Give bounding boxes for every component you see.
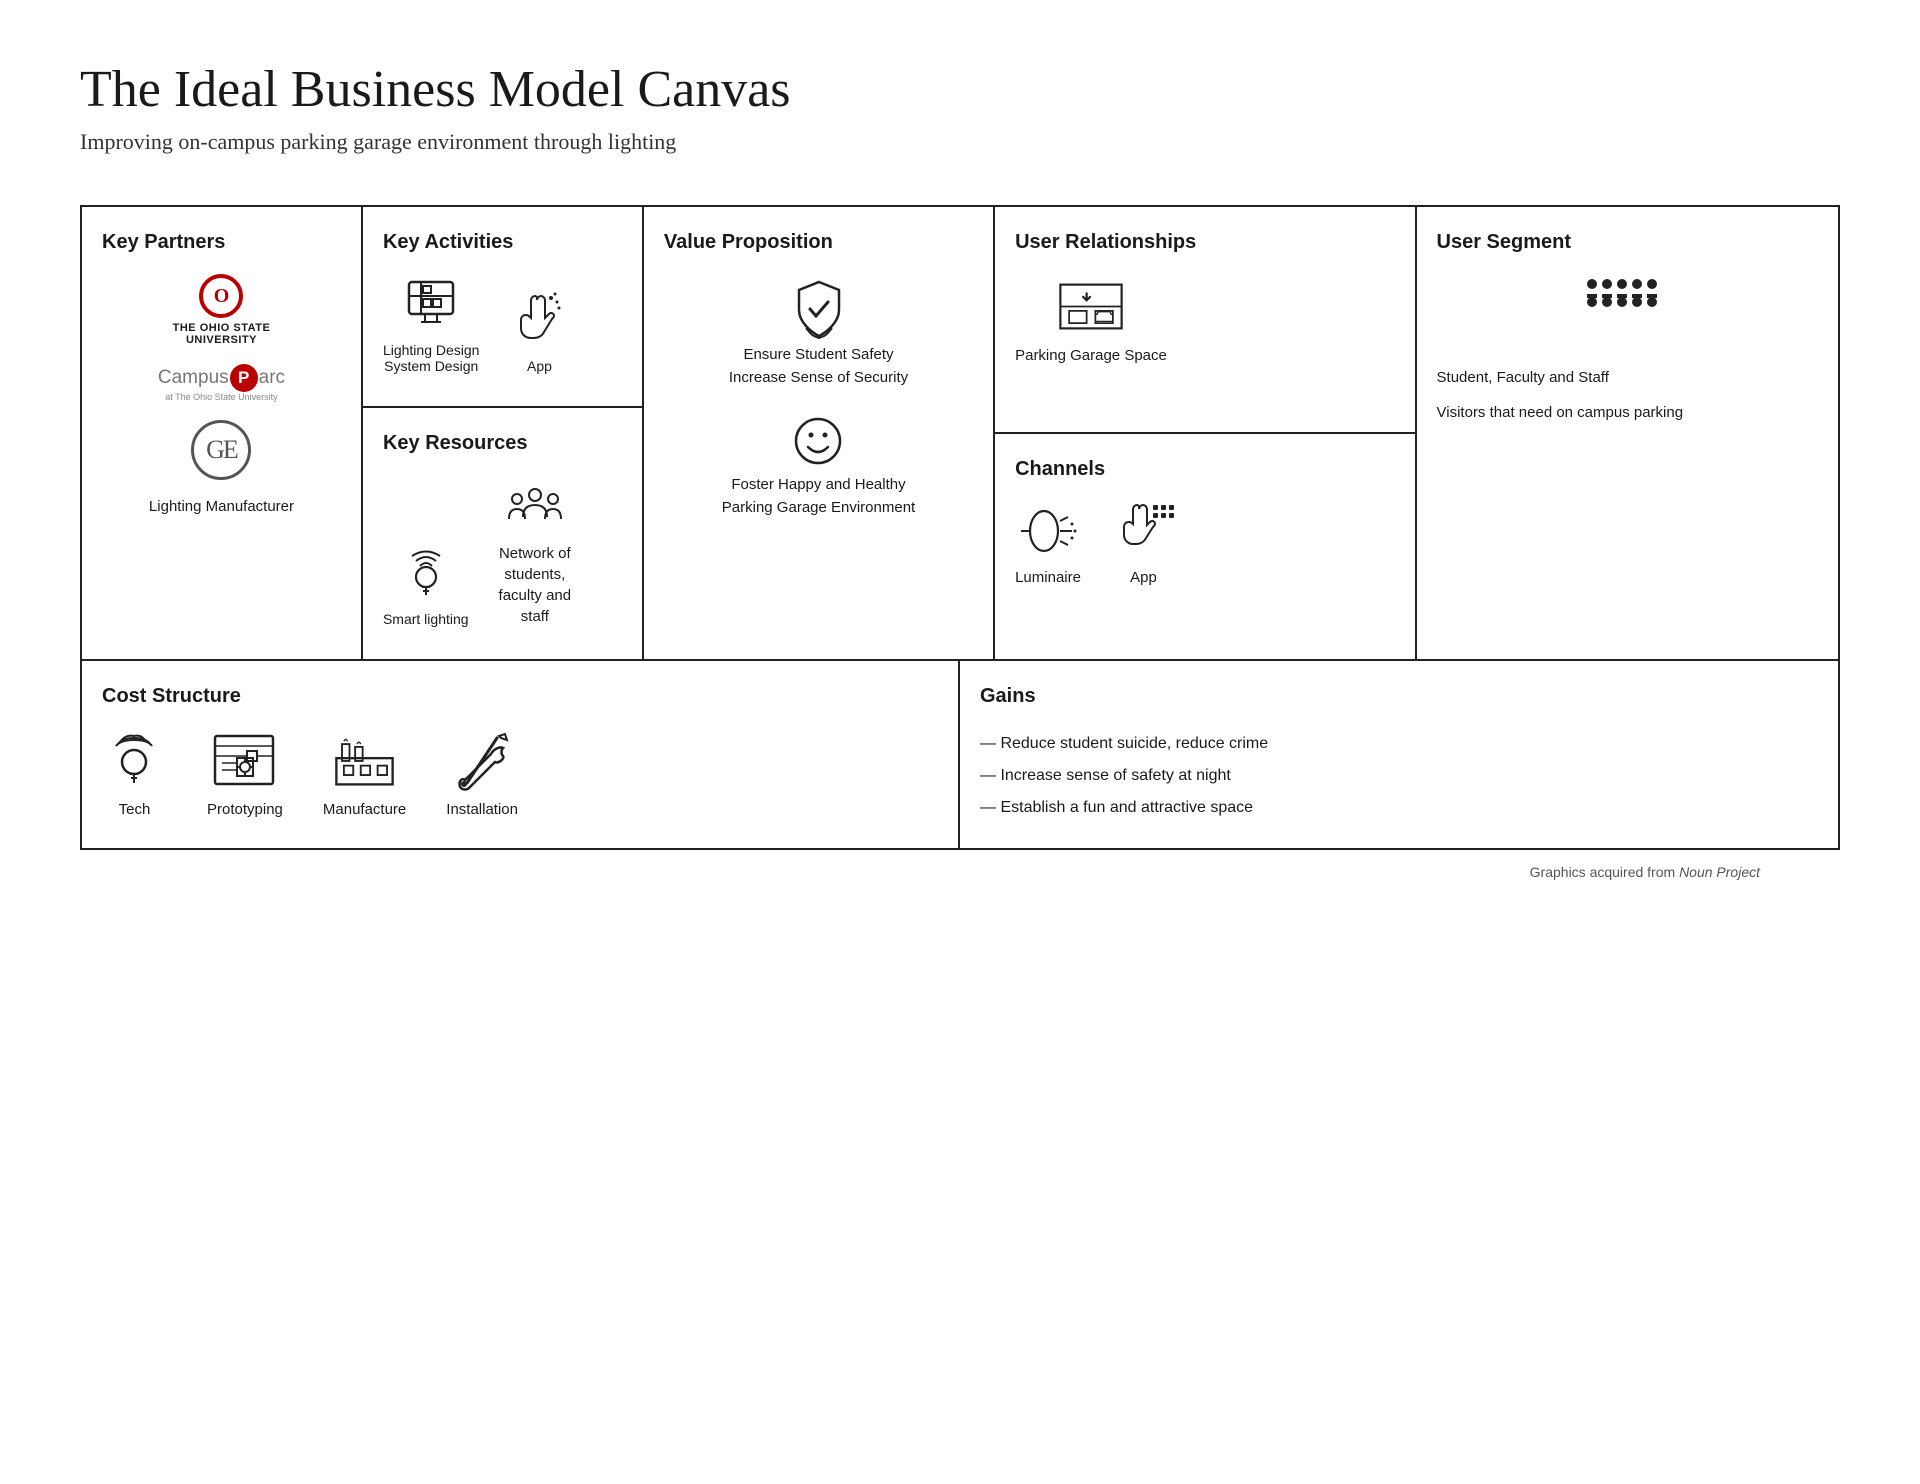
lighting-manufacturer-label: Lighting Manufacturer <box>102 498 341 515</box>
key-activities-cell: Key Activities <box>363 207 644 659</box>
smart-lighting-item: Smart lighting <box>383 543 469 627</box>
app-channel-item: App <box>1111 501 1176 586</box>
channels-cell: Channels <box>995 434 1414 659</box>
safety-item: Ensure Student Safety Increase Sense of … <box>664 274 973 389</box>
page-title: The Ideal Business Model Canvas <box>80 60 1840 119</box>
installation-icon <box>447 728 517 793</box>
noun-project-italic: Noun Project <box>1679 864 1760 880</box>
safety-icon <box>784 274 854 344</box>
ge-logo: GE <box>102 420 341 480</box>
business-model-canvas: Key Partners O THE OHIO STATEUNIVERSITY … <box>80 205 1840 850</box>
garage-icon <box>1056 274 1126 339</box>
user-relationships-cell: User Relationships <box>995 207 1416 659</box>
user-segment-cell: User Segment <box>1417 207 1838 659</box>
manufacture-icon <box>327 728 402 793</box>
user-rel-icons: Parking Garage Space <box>1015 274 1394 364</box>
installation-item: Installation <box>446 728 518 818</box>
happy-icon <box>786 409 851 474</box>
luminaire-item: Luminaire <box>1015 501 1081 586</box>
tech-icon <box>102 728 167 793</box>
app-activity-icon <box>509 290 569 350</box>
app-channel-label: App <box>1130 569 1157 586</box>
visitors-label: Visitors that need on campus parking <box>1437 402 1818 425</box>
user-relationships-header: User Relationships <box>1015 231 1394 254</box>
key-activities-top: Key Activities <box>363 207 642 408</box>
luminaire-label: Luminaire <box>1015 569 1081 586</box>
tech-item: Tech <box>102 728 167 818</box>
prototyping-icon <box>207 728 282 793</box>
key-resources-header: Key Resources <box>383 432 622 455</box>
prototyping-label: Prototyping <box>207 801 283 818</box>
cost-structure-cell: Cost Structure Tech <box>82 661 960 848</box>
happy-label: Foster Happy and Healthy Parking Garage … <box>722 474 915 519</box>
osu-logo: O THE OHIO STATEUNIVERSITY <box>102 274 341 346</box>
gain-item-3: Establish a fun and attractive space <box>980 792 1818 824</box>
key-partners-cell: Key Partners O THE OHIO STATEUNIVERSITY … <box>82 207 363 659</box>
value-proposition-cell: Value Proposition Ensure Student Safety … <box>644 207 995 659</box>
key-resources-icons: Smart lighting <box>383 475 622 627</box>
gains-header: Gains <box>980 685 1818 708</box>
network-icon <box>505 475 565 535</box>
key-activities-header: Key Activities <box>383 231 622 254</box>
value-proposition-header: Value Proposition <box>664 231 973 254</box>
gain-item-1: Reduce student suicide, reduce crime <box>980 728 1818 760</box>
channels-header: Channels <box>1015 458 1394 481</box>
cost-icons-row: Tech <box>102 728 938 818</box>
page-subtitle: Improving on-campus parking garage envir… <box>80 129 1840 155</box>
gains-cell: Gains Reduce student suicide, reduce cri… <box>960 661 1838 848</box>
app-channel-icon <box>1111 501 1176 561</box>
gains-list: Reduce student suicide, reduce crime Inc… <box>980 728 1818 824</box>
footer-note: Graphics acquired from Noun Project <box>80 850 1840 894</box>
key-activities-icons: Lighting Design System Design <box>383 274 622 374</box>
gain-item-2: Increase sense of safety at night <box>980 760 1818 792</box>
prototyping-item: Prototyping <box>207 728 283 818</box>
happy-item: Foster Happy and Healthy Parking Garage … <box>664 409 973 519</box>
student-faculty-label: Student, Faculty and Staff <box>1437 369 1818 386</box>
installation-label: Installation <box>446 801 518 818</box>
network-item: Network ofstudents,faculty andstaff <box>499 475 572 627</box>
smart-lighting-label: Smart lighting <box>383 611 469 627</box>
manufacture-label: Manufacture <box>323 801 406 818</box>
campusparc-logo: Campus P arc at The Ohio State Universit… <box>102 364 341 402</box>
manufacture-item: Manufacture <box>323 728 406 818</box>
key-resources-cell: Key Resources <box>363 408 642 659</box>
user-rel-top: User Relationships <box>995 207 1414 434</box>
lighting-design-item: Lighting Design System Design <box>383 274 480 374</box>
lighting-design-label: Lighting Design System Design <box>383 342 480 374</box>
user-segment-header: User Segment <box>1437 231 1818 254</box>
app-activity-label: App <box>527 358 552 374</box>
app-activity-item: App <box>509 290 569 374</box>
canvas-bottom-row: Cost Structure Tech <box>82 661 1838 848</box>
key-partners-header: Key Partners <box>102 231 341 254</box>
smart-lighting-icon <box>396 543 456 603</box>
channels-icons: Luminaire <box>1015 501 1394 586</box>
cost-structure-header: Cost Structure <box>102 685 938 708</box>
people-icon-container <box>1437 274 1818 349</box>
people-icon <box>1582 274 1672 344</box>
network-label: Network ofstudents,faculty andstaff <box>499 543 572 627</box>
canvas-top-row: Key Partners O THE OHIO STATEUNIVERSITY … <box>82 207 1838 661</box>
luminaire-icon <box>1016 501 1081 561</box>
tech-label: Tech <box>119 801 151 818</box>
garage-space-label: Parking Garage Space <box>1015 347 1167 364</box>
garage-space-item: Parking Garage Space <box>1015 274 1167 364</box>
safety-label: Ensure Student Safety Increase Sense of … <box>729 344 908 389</box>
lighting-design-icon <box>401 274 461 334</box>
